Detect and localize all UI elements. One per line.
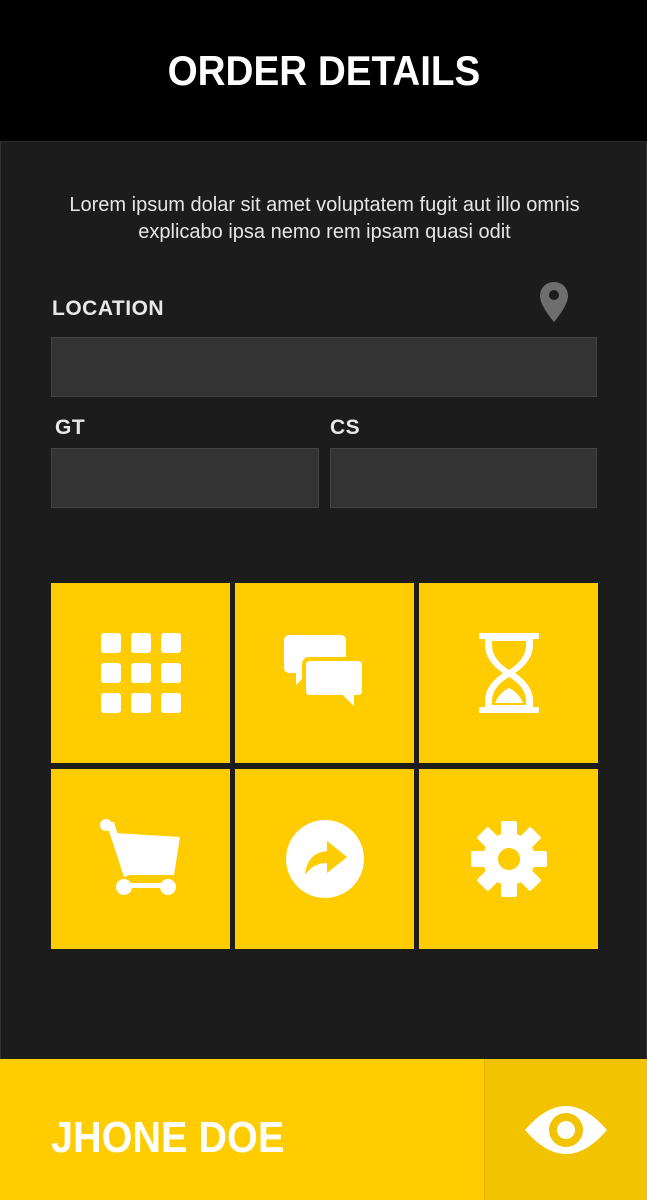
cart-icon xyxy=(99,819,180,895)
gt-label: GT xyxy=(55,416,86,439)
tile-settings[interactable] xyxy=(419,769,598,949)
location-label: LOCATION xyxy=(52,297,165,320)
description-text: Lorem ipsum dolar sit amet voluptatem fu… xyxy=(69,194,580,243)
grid-icon xyxy=(100,633,181,713)
location-pin-icon[interactable] xyxy=(540,282,568,322)
eye-icon xyxy=(525,1105,607,1154)
tile-cart[interactable] xyxy=(51,769,230,949)
tile-hourglass[interactable] xyxy=(419,583,598,763)
user-name: JHONE DOE xyxy=(51,1113,285,1162)
page-title: ORDER DETAILS xyxy=(167,46,480,94)
user-footer: JHONE DOE xyxy=(0,1059,647,1200)
action-tiles xyxy=(51,583,598,950)
tile-share[interactable] xyxy=(235,769,414,949)
page-header: ORDER DETAILS xyxy=(0,0,647,142)
hourglass-icon xyxy=(478,633,539,713)
gear-icon xyxy=(470,821,547,897)
tile-chat[interactable] xyxy=(235,583,414,763)
gt-input[interactable] xyxy=(51,448,319,508)
share-arrow-icon xyxy=(285,820,364,898)
view-button[interactable] xyxy=(484,1059,647,1200)
cs-label: CS xyxy=(330,416,361,439)
tile-grid[interactable] xyxy=(51,583,230,763)
main-content: Lorem ipsum dolar sit amet voluptatem fu… xyxy=(0,142,647,1059)
chat-icon xyxy=(283,635,366,713)
location-input[interactable] xyxy=(51,337,597,397)
cs-input[interactable] xyxy=(330,448,597,508)
